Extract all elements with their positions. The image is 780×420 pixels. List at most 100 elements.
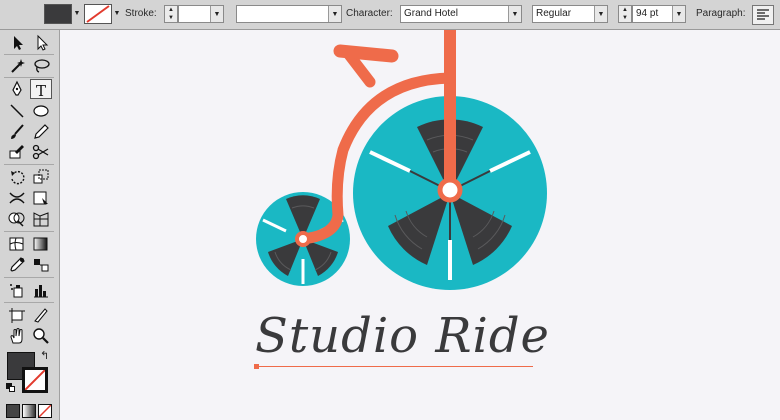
font-size-value: 94 pt <box>636 8 659 19</box>
column-graph-tool[interactable] <box>30 280 52 300</box>
gradient-tool[interactable] <box>30 234 52 254</box>
width-tool[interactable] <box>6 188 28 208</box>
blend-icon <box>34 259 49 272</box>
magic-wand-tool[interactable] <box>6 56 28 76</box>
perspective-grid-tool[interactable] <box>30 209 52 229</box>
paintbrush-tool[interactable] <box>6 122 28 142</box>
paintbrush-icon <box>11 124 24 139</box>
tools-panel: T ↰ <box>0 30 60 420</box>
font-family-value: Grand Hotel <box>404 8 458 19</box>
paragraph-label[interactable]: Paragraph: <box>696 8 745 19</box>
pencil-tool[interactable] <box>30 122 52 142</box>
small-wheel-hub <box>295 231 311 247</box>
font-size-field[interactable]: 94 pt ▼ <box>632 5 686 23</box>
artboard-icon <box>9 308 25 323</box>
none-icon <box>39 405 51 417</box>
magnifier-icon <box>33 328 49 344</box>
text-baseline-selection <box>255 366 533 367</box>
magic-wand-icon <box>11 59 25 73</box>
chevron-down-icon[interactable]: ▼ <box>328 6 341 22</box>
align-left-icon <box>757 9 769 20</box>
scale-tool[interactable] <box>30 167 52 187</box>
hand-tool[interactable] <box>6 326 28 346</box>
line-segment-tool[interactable] <box>6 101 28 121</box>
character-label[interactable]: Character: <box>346 8 393 19</box>
artboard-tool[interactable] <box>6 305 28 325</box>
tool-separator <box>4 77 54 78</box>
pen-nib-icon <box>12 80 22 96</box>
stroke-color-swatch[interactable] <box>84 4 112 24</box>
zoom-tool[interactable] <box>30 326 52 346</box>
stroke-label: Stroke: <box>125 8 157 19</box>
selection-tool[interactable] <box>6 33 28 53</box>
scale-icon <box>33 169 49 184</box>
selection-arrow-icon <box>14 36 23 50</box>
blend-tool[interactable] <box>30 255 52 275</box>
large-wheel-hub <box>437 177 463 203</box>
stroke-weight-stepper[interactable]: ▲ ▼ <box>164 5 178 23</box>
free-transform-tool[interactable] <box>30 188 52 208</box>
blob-brush-tool[interactable] <box>6 142 28 162</box>
font-size-stepper[interactable]: ▲ ▼ <box>618 5 632 23</box>
chevron-down-icon[interactable]: ▼ <box>210 6 223 22</box>
stroke-color-box[interactable] <box>22 367 48 393</box>
swap-fill-stroke-icon[interactable]: ↰ <box>40 350 52 362</box>
chevron-down-icon[interactable]: ▼ <box>672 6 685 22</box>
font-style-value: Regular <box>536 8 572 19</box>
direct-selection-arrow-icon <box>37 34 49 51</box>
text-anchor-point[interactable] <box>254 364 259 369</box>
hand-icon <box>10 328 23 344</box>
svg-text:T: T <box>36 82 46 100</box>
chevron-down-icon[interactable]: ▼ <box>594 6 607 22</box>
stroke-weight-field[interactable]: ▼ <box>178 5 224 23</box>
direct-selection-tool[interactable] <box>30 33 52 53</box>
eyedropper-tool[interactable] <box>6 255 28 275</box>
fill-dropdown-arrow[interactable]: ▼ <box>72 8 82 20</box>
tool-separator <box>4 302 54 303</box>
font-family-field[interactable]: Grand Hotel ▼ <box>400 5 522 23</box>
variable-width-profile-field[interactable]: ▼ <box>236 5 342 23</box>
rotate-icon <box>11 170 25 185</box>
control-bar: ▼ ▼ Stroke: ▲ ▼ ▼ ▼ Character: Grand Hote… <box>0 0 780 30</box>
scissors-tool[interactable] <box>30 142 52 162</box>
pen-tool[interactable] <box>6 79 28 99</box>
perspective-grid-icon <box>33 212 49 227</box>
slice-tool[interactable] <box>30 305 52 325</box>
artboard-canvas[interactable]: Studio Ride <box>60 30 780 420</box>
logo-text[interactable]: Studio Ride <box>255 308 550 364</box>
eyedropper-icon <box>10 257 25 272</box>
symbol-sprayer-icon <box>10 284 23 298</box>
type-t-icon: T <box>36 82 46 100</box>
rotate-tool[interactable] <box>6 167 28 187</box>
fill-color-swatch[interactable] <box>44 4 72 24</box>
ellipse-tool[interactable] <box>30 101 52 121</box>
tool-separator <box>4 164 54 165</box>
tool-separator <box>4 277 54 278</box>
type-tool[interactable]: T <box>30 79 52 100</box>
font-style-field[interactable]: Regular ▼ <box>532 5 608 23</box>
stroke-dropdown-arrow[interactable]: ▼ <box>112 8 122 20</box>
default-fill-stroke-icon[interactable] <box>6 383 16 393</box>
mesh-tool[interactable] <box>6 234 28 254</box>
free-transform-icon <box>33 191 48 205</box>
tool-separator <box>4 54 54 55</box>
no-stroke-icon <box>86 5 110 23</box>
shape-builder-icon <box>8 212 25 227</box>
blob-brush-icon <box>9 145 24 159</box>
slice-icon <box>34 308 48 323</box>
lasso-icon <box>34 59 50 73</box>
pencil-icon <box>34 124 49 139</box>
chevron-down-icon[interactable]: ▼ <box>508 6 521 22</box>
no-stroke-icon <box>24 369 46 391</box>
lasso-tool[interactable] <box>30 56 52 76</box>
none-mode-button[interactable] <box>38 404 52 418</box>
shape-builder-tool[interactable] <box>6 209 28 229</box>
scissors-icon <box>32 144 49 160</box>
line-segment-icon <box>10 104 24 118</box>
column-graph-icon <box>34 285 48 298</box>
width-icon <box>9 192 25 204</box>
gradient-mode-button[interactable] <box>22 404 36 418</box>
symbol-sprayer-tool[interactable] <box>6 280 28 300</box>
align-left-button[interactable] <box>752 5 774 25</box>
color-mode-button[interactable] <box>6 404 20 418</box>
